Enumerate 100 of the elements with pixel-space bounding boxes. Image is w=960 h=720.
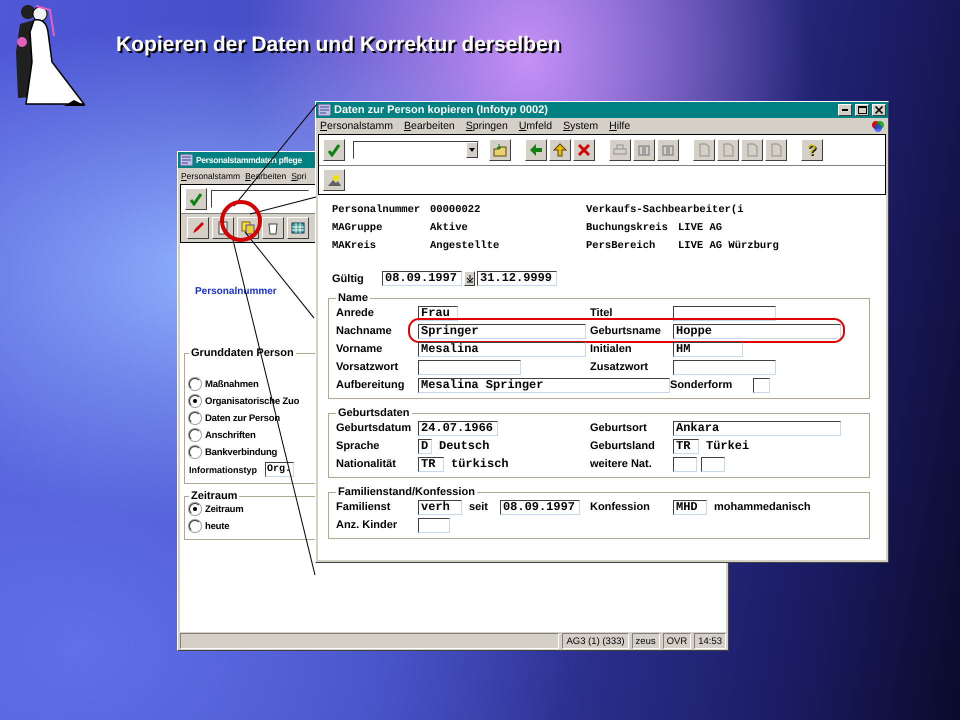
input-field[interactable]: D — [418, 438, 432, 454]
input-field[interactable] — [753, 378, 770, 392]
radio-button[interactable] — [189, 503, 201, 515]
radio-button[interactable] — [189, 446, 201, 458]
field-label: Sonderform — [670, 379, 734, 391]
find-next-button[interactable] — [657, 139, 679, 161]
group-title: Geburtsdaten — [337, 407, 411, 419]
field-value: Angestellte — [430, 240, 500, 252]
page-icon — [721, 143, 735, 157]
menu-item[interactable]: Bearbeiten — [404, 120, 455, 132]
cancel-button[interactable] — [573, 139, 595, 161]
input-field[interactable]: MHD — [673, 500, 707, 514]
page-icon — [745, 143, 759, 157]
input-field[interactable]: verh — [418, 500, 462, 514]
delete-button[interactable] — [262, 217, 284, 239]
date-field[interactable]: 31.12.9999 — [477, 271, 557, 286]
menu-item[interactable]: Umfeld — [518, 120, 552, 132]
menu-item[interactable]: System — [563, 120, 598, 132]
input-field[interactable] — [418, 518, 450, 532]
checkmark-icon — [189, 192, 203, 206]
input-field[interactable]: HM — [673, 342, 743, 356]
radio-button[interactable] — [189, 429, 201, 441]
group-title: Name — [337, 292, 369, 304]
enter-button[interactable] — [185, 188, 207, 210]
radio-button[interactable] — [189, 395, 201, 407]
pencil-icon — [191, 221, 205, 235]
minimize-button[interactable] — [838, 104, 852, 116]
maximize-button[interactable] — [855, 104, 869, 116]
previous-page-button[interactable] — [717, 139, 739, 161]
radio-button[interactable] — [189, 378, 201, 390]
input-field[interactable]: Ankara — [673, 420, 841, 436]
value-text: türkisch — [451, 457, 509, 471]
page-icon — [769, 143, 783, 157]
menu-item[interactable]: Spri — [291, 170, 306, 180]
enter-button[interactable] — [323, 139, 345, 161]
window-title: Daten zur Person kopieren (Infotyp 0002) — [334, 104, 549, 116]
app-icon — [180, 154, 193, 166]
radio-button[interactable] — [189, 412, 201, 424]
input-field[interactable]: Hoppe — [673, 324, 841, 338]
next-page-button[interactable] — [741, 139, 763, 161]
field-value: Aktive — [430, 222, 469, 234]
menu-item[interactable]: Hilfe — [609, 120, 630, 132]
first-page-button[interactable] — [693, 139, 715, 161]
field-label: Geburtsdatum — [336, 422, 412, 434]
input-field[interactable] — [418, 360, 521, 374]
edit-button[interactable] — [187, 217, 209, 239]
field-value: LIVE AG — [678, 222, 724, 234]
back-button[interactable] — [525, 139, 547, 161]
input-field[interactable]: 24.07.1966 — [418, 420, 498, 436]
page-icon — [697, 143, 711, 157]
last-page-button[interactable] — [765, 139, 787, 161]
field-label: Informationstyp — [189, 464, 258, 474]
group-title: Zeitraum — [190, 490, 238, 502]
slide-title: Kopieren der Daten und Korrektur derselben — [116, 33, 561, 57]
field-label: Aufbereitung — [336, 379, 406, 391]
field-label: seit — [469, 501, 488, 513]
highlight-circle — [220, 200, 262, 242]
image-button[interactable] — [323, 169, 345, 191]
group-title: Familienstand/Konfession — [337, 486, 476, 498]
date-field[interactable]: 08.09.1997 — [382, 271, 462, 286]
find-button[interactable] — [633, 139, 655, 161]
left-arrow-icon — [529, 143, 543, 157]
input-field[interactable]: 08.09.1997 — [500, 500, 580, 514]
radio-label: Maßnahmen — [205, 378, 259, 390]
menu-item[interactable]: Springen — [466, 120, 508, 132]
status-field: AG3 (1) (333) — [562, 633, 629, 649]
field-label: Vorsatzwort — [336, 361, 400, 373]
field-label: Vorname — [336, 343, 384, 355]
field-value: LIVE AG Würzburg — [678, 240, 780, 252]
save-button[interactable] — [489, 139, 511, 161]
input-field[interactable]: Springer — [418, 324, 586, 338]
field-label: Sprache — [336, 440, 380, 452]
input-field[interactable] — [701, 456, 725, 472]
checkmark-icon — [327, 143, 341, 157]
overview-button[interactable] — [287, 217, 309, 239]
command-field[interactable] — [211, 190, 309, 208]
close-button[interactable] — [872, 104, 886, 116]
radio-label: heute — [205, 520, 230, 532]
input-field[interactable]: TR — [418, 456, 444, 472]
input-field[interactable] — [673, 360, 776, 374]
input-field[interactable]: TR — [673, 438, 699, 454]
date-button[interactable] — [464, 271, 475, 286]
input-field[interactable] — [673, 456, 697, 472]
field-label: MAGruppe — [332, 222, 384, 234]
command-field[interactable] — [353, 141, 479, 159]
copy-icon — [241, 221, 255, 235]
input-field[interactable]: Mesalina Springer — [418, 378, 670, 392]
input-field[interactable]: Mesalina — [418, 342, 586, 356]
grid-icon — [291, 221, 305, 235]
field-label: Anrede — [336, 307, 375, 319]
color-wheel-icon — [871, 119, 884, 132]
print-button[interactable] — [609, 139, 631, 161]
menu-item[interactable]: Personalstamm — [181, 170, 240, 180]
input-field[interactable]: Org. — [265, 462, 294, 477]
field-label: Nachname — [336, 325, 393, 337]
dropdown-button[interactable] — [466, 142, 478, 158]
exit-button[interactable] — [549, 139, 571, 161]
menu-item[interactable]: Personalstamm — [320, 120, 393, 132]
field-label: Zusatzwort — [590, 361, 650, 373]
radio-button[interactable] — [189, 520, 201, 532]
